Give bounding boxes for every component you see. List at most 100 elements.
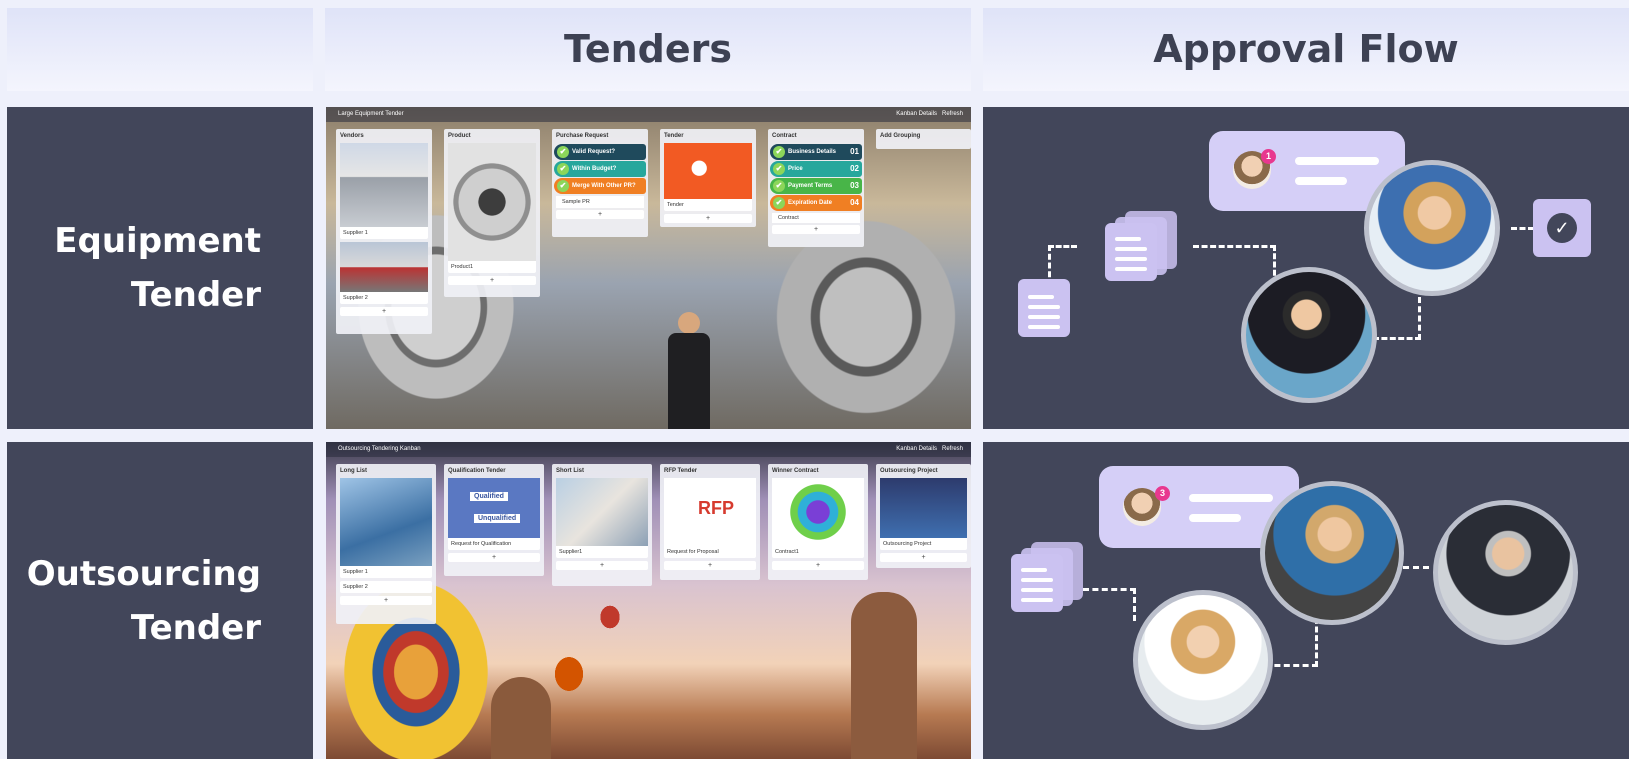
approver-avatar [1133, 590, 1273, 730]
card-label: Product1 [451, 264, 474, 270]
kanban-card[interactable]: Supplier 2 [340, 581, 432, 593]
add-card-button[interactable]: + [664, 214, 752, 223]
kanban-card[interactable]: RFP Request for Proposal [664, 478, 756, 558]
column-title: Short List [556, 468, 584, 474]
approval-flow-equipment: 1 ✓ [983, 107, 1629, 429]
kanban-title: Large Equipment Tender [338, 111, 404, 117]
kanban-details-link[interactable]: Kanban Details [896, 111, 937, 117]
kanban-card[interactable]: Supplier 1 [340, 143, 428, 239]
card-label[interactable]: Contract [772, 213, 860, 223]
kanban-column[interactable]: Vendors Supplier 1 Supplier 2 + [336, 129, 432, 334]
checklist-number: 03 [850, 181, 859, 190]
approval-flow-outsourcing: 3 [983, 442, 1629, 759]
kanban-title-bar: Outsourcing Tendering Kanban Kanban Detai… [326, 442, 971, 457]
kanban-card[interactable]: Tender [664, 143, 752, 211]
column-title: Product [448, 133, 471, 139]
card-image: RFP [664, 478, 756, 546]
kanban-board-equipment[interactable]: Large Equipment Tender Kanban Details Ref… [326, 107, 971, 429]
refresh-link[interactable]: Refresh [942, 111, 963, 117]
column-title: Qualification Tender [448, 468, 506, 474]
kanban-card[interactable]: Qualified Unqualified Request for Qualific… [448, 478, 540, 550]
kanban-column[interactable]: Add Grouping [876, 129, 971, 149]
kanban-details-link[interactable]: Kanban Details [896, 446, 937, 452]
checklist-item: Price 02 [770, 161, 862, 177]
card-image [772, 478, 864, 546]
card-image [340, 478, 432, 566]
column-title: Vendors [340, 133, 364, 139]
connector-line [1193, 245, 1276, 284]
connector-line [1373, 297, 1421, 340]
kanban-column[interactable]: Product Product1 + [444, 129, 540, 297]
card-label: Outsourcing Project [883, 541, 932, 547]
refresh-link[interactable]: Refresh [942, 446, 963, 452]
document-icon [1105, 223, 1157, 281]
connector-line [1083, 588, 1136, 621]
image-caption: Qualified [470, 492, 508, 501]
column-title: Add Grouping [880, 133, 921, 139]
row-label-outsourcing: Outsourcing Tender [7, 442, 313, 759]
kanban-card[interactable]: Outsourcing Project [880, 478, 967, 550]
kanban-board-outsourcing[interactable]: Outsourcing Tendering Kanban Kanban Detai… [326, 442, 971, 759]
column-title: Purchase Request [556, 133, 609, 139]
column-title: Winner Contract [772, 468, 819, 474]
add-card-button[interactable]: + [340, 307, 428, 316]
kanban-card[interactable]: Supplier 2 [340, 242, 428, 304]
add-card-button[interactable]: + [664, 561, 756, 570]
column-title: Long List [340, 468, 367, 474]
header-tenders-label: Tenders [563, 27, 733, 71]
row-label-text: Equipment Tender [54, 221, 261, 315]
card-label: Request for Qualification [451, 541, 512, 547]
card-image [448, 143, 536, 261]
worker-body [668, 333, 710, 429]
checklist-text: Price [788, 166, 803, 172]
rock-formation [491, 677, 551, 759]
add-card-button[interactable]: + [448, 276, 536, 285]
add-card-button[interactable]: + [340, 596, 432, 605]
kanban-column[interactable]: Purchase Request Valid Request? Within B… [552, 129, 648, 237]
header-approval-flow-label: Approval Flow [1153, 27, 1459, 71]
kanban-card[interactable]: Product1 [448, 143, 536, 273]
card-label: Supplier 1 [343, 569, 368, 575]
column-title: RFP Tender [664, 468, 698, 474]
add-card-button[interactable]: + [556, 210, 644, 219]
kanban-column[interactable]: Qualification Tender Qualified Unqualifie… [444, 464, 544, 576]
checklist-text: Business Details [788, 149, 837, 155]
checklist-item: Payment Terms 03 [770, 178, 862, 194]
add-card-button[interactable]: + [772, 561, 864, 570]
card-label[interactable]: Sample PR [556, 196, 644, 208]
approver-avatar [1364, 160, 1500, 296]
add-card-button[interactable]: + [880, 553, 967, 562]
checklist-text: Valid Request? [572, 149, 616, 155]
checklist-item: Valid Request? [554, 144, 646, 160]
kanban-column[interactable]: Long List Supplier 1 Supplier 2 + [336, 464, 436, 624]
add-card-button[interactable]: + [772, 225, 860, 234]
kanban-column[interactable]: Winner Contract Contract1 + [768, 464, 868, 580]
card-label: Supplier 2 [343, 584, 368, 590]
kanban-title-bar: Large Equipment Tender Kanban Details Ref… [326, 107, 971, 122]
approved-document-icon: ✓ [1533, 199, 1591, 257]
card-label: Request for Proposal [667, 549, 719, 555]
row-label-equipment: Equipment Tender [7, 107, 313, 429]
column-title: Tender [664, 133, 684, 139]
add-card-button[interactable]: + [556, 561, 648, 570]
image-caption: RFP [698, 498, 734, 518]
kanban-card[interactable]: Supplier1 [556, 478, 648, 558]
card-label: Supplier 2 [343, 295, 368, 301]
kanban-column[interactable]: Tender Tender + [660, 129, 756, 227]
header-empty-cell [7, 8, 313, 91]
kanban-card[interactable]: Contract1 [772, 478, 864, 558]
image-caption: Unqualified [474, 514, 521, 523]
kanban-column[interactable]: RFP Tender RFP Request for Proposal + [660, 464, 760, 580]
kanban-column[interactable]: Contract Business Details 01 Price 02 Paym… [768, 129, 864, 247]
checklist-number: 04 [850, 198, 859, 207]
connector-line [1403, 566, 1429, 569]
kanban-column[interactable]: Short List Supplier1 + [552, 464, 652, 586]
kanban-card[interactable]: Supplier 1 [340, 478, 432, 578]
card-image [340, 143, 428, 227]
row-label-text: Outsourcing Tender [26, 553, 261, 648]
add-card-button[interactable]: + [448, 553, 540, 562]
kanban-title: Outsourcing Tendering Kanban [338, 446, 421, 452]
card-image [340, 242, 428, 292]
kanban-column[interactable]: Outsourcing Project Outsourcing Project … [876, 464, 971, 568]
card-image [880, 478, 967, 538]
